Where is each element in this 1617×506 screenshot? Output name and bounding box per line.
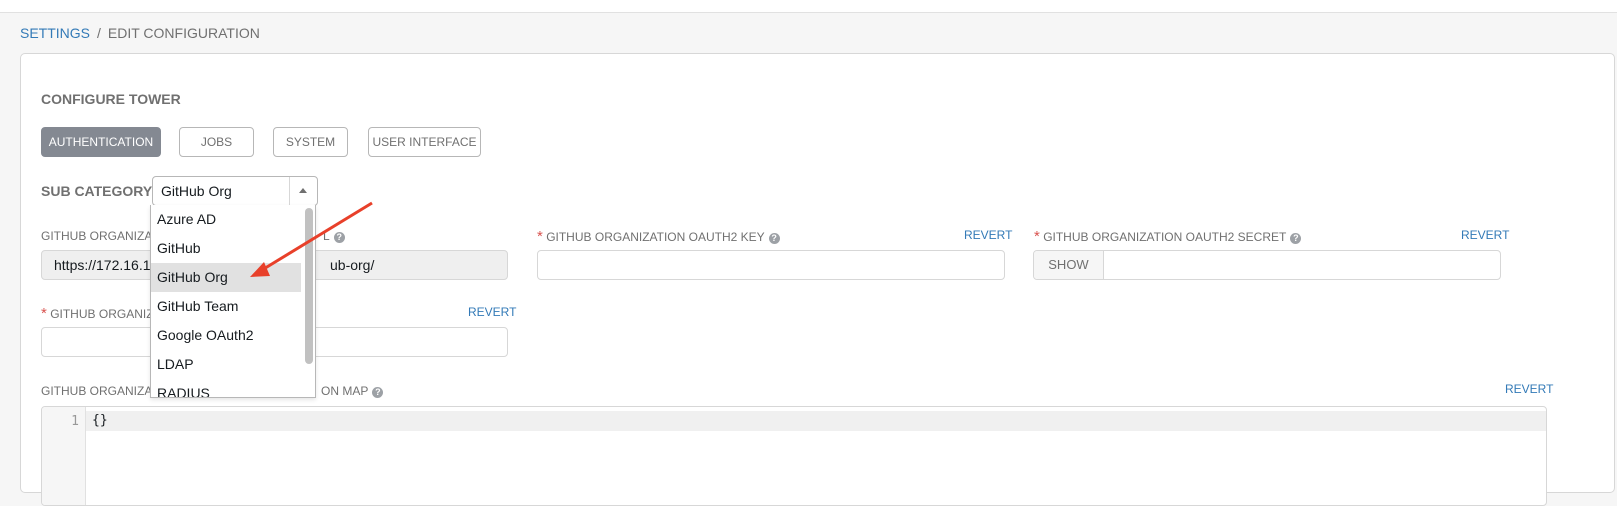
callback-url-label: GITHUB ORGANIZA <box>41 229 152 243</box>
dropdown-option-github-team[interactable]: GitHub Team <box>151 292 301 321</box>
sub-category-selected-value: GitHub Org <box>161 183 232 199</box>
oauth2-secret-label-text: GITHUB ORGANIZATION OAUTH2 SECRET <box>1043 230 1287 244</box>
org-name-label: * GITHUB ORGANIZ <box>41 305 154 322</box>
breadcrumb-current: EDIT CONFIGURATION <box>107 25 260 41</box>
sub-category-select[interactable]: GitHub Org <box>152 176 318 206</box>
org-map-revert-link[interactable]: REVERT <box>1505 382 1553 396</box>
callback-url-value: https://172.16.1 <box>54 257 151 273</box>
oauth2-secret-revert-link[interactable]: REVERT <box>1461 228 1509 242</box>
required-marker: * <box>537 228 543 245</box>
org-map-label-suffix: ON MAP? <box>321 384 384 398</box>
oauth2-key-label: * GITHUB ORGANIZATION OAUTH2 KEY? <box>537 228 780 245</box>
oauth2-secret-input[interactable]: SHOW <box>1033 250 1501 280</box>
org-map-label: GITHUB ORGANIZA <box>41 384 152 398</box>
tab-system[interactable]: SYSTEM <box>273 127 348 157</box>
callback-url-label-text: GITHUB ORGANIZA <box>41 229 153 243</box>
dropdown-scrollbar[interactable] <box>305 208 313 364</box>
tab-authentication[interactable]: AUTHENTICATION <box>41 127 161 157</box>
required-marker: * <box>1034 228 1040 245</box>
dropdown-option-radius[interactable]: RADIUS <box>151 379 301 397</box>
caret-up-icon[interactable] <box>289 177 317 205</box>
active-line-highlight <box>86 411 1546 431</box>
code-text[interactable]: {} <box>92 413 108 428</box>
callback-url-value-suffix: ub-org/ <box>330 257 375 273</box>
org-name-revert-link[interactable]: REVERT <box>468 305 516 319</box>
dropdown-option-azure-ad[interactable]: Azure AD <box>151 205 301 234</box>
sub-category-label: SUB CATEGORY <box>41 183 153 199</box>
breadcrumb: SETTINGS / EDIT CONFIGURATION <box>20 25 260 41</box>
oauth2-key-label-text: GITHUB ORGANIZATION OAUTH2 KEY <box>546 230 765 244</box>
line-number-gutter: 1 <box>42 407 86 505</box>
callback-url-label-suffix: L? <box>323 229 345 243</box>
dropdown-option-google-oauth2[interactable]: Google OAuth2 <box>151 321 301 350</box>
help-icon[interactable]: ? <box>768 233 780 244</box>
org-name-label-text: GITHUB ORGANIZ <box>50 307 154 321</box>
oauth2-key-revert-link[interactable]: REVERT <box>964 228 1012 242</box>
org-map-code-editor[interactable]: 1 {} <box>41 406 1547 506</box>
dropdown-option-github[interactable]: GitHub <box>151 234 301 263</box>
org-map-label-text: GITHUB ORGANIZA <box>41 384 153 398</box>
dropdown-option-github-org[interactable]: GitHub Org <box>151 263 301 292</box>
oauth2-key-input[interactable] <box>537 250 1005 280</box>
top-bar <box>0 0 1617 13</box>
tab-jobs[interactable]: JOBS <box>179 127 254 157</box>
panel-title: CONFIGURE TOWER <box>41 91 181 107</box>
help-icon[interactable]: ? <box>372 387 384 398</box>
show-secret-button[interactable]: SHOW <box>1034 251 1104 279</box>
required-marker: * <box>41 305 47 322</box>
breadcrumb-separator: / <box>97 25 101 41</box>
org-map-label-suffix-text: ON MAP <box>321 384 369 398</box>
help-icon[interactable]: ? <box>333 232 345 243</box>
line-number: 1 <box>71 414 79 429</box>
tab-user-interface[interactable]: USER INTERFACE <box>368 127 481 157</box>
dropdown-option-ldap[interactable]: LDAP <box>151 350 301 379</box>
breadcrumb-settings-link[interactable]: SETTINGS <box>20 25 90 41</box>
oauth2-secret-label: * GITHUB ORGANIZATION OAUTH2 SECRET? <box>1034 228 1302 245</box>
callback-url-label-suffix-text: L <box>323 229 330 243</box>
sub-category-dropdown: Azure AD GitHub GitHub Org GitHub Team G… <box>150 205 316 398</box>
help-icon[interactable]: ? <box>1290 233 1302 244</box>
